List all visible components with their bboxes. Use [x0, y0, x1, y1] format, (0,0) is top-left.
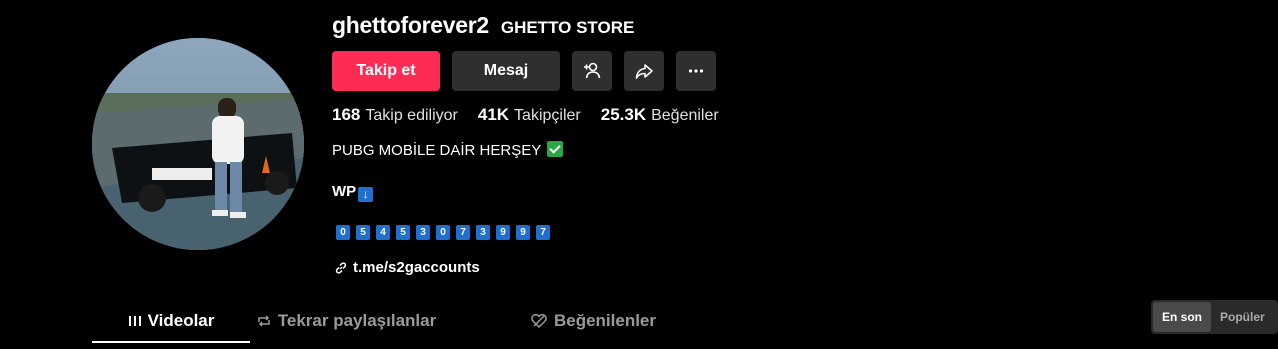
profile-avatar[interactable]: [92, 38, 304, 250]
bio-text-1: PUBG MOBİLE DAİR HERŞEY: [332, 142, 542, 159]
more-icon: [688, 69, 704, 73]
sort-latest-button[interactable]: En son: [1153, 302, 1212, 332]
bio-line-2: WP ↓: [332, 183, 374, 202]
repost-icon: [258, 315, 270, 327]
profile-stats: 168 Takip ediliyor 41K Takipçiler 25.3K Beğ…: [332, 105, 739, 125]
followers-stat[interactable]: 41K Takipçiler: [478, 105, 581, 125]
digit-emoji: 7: [536, 225, 550, 240]
more-button[interactable]: [676, 51, 716, 91]
down-arrow-icon: ↓: [358, 187, 374, 202]
bio-link-text: t.me/s2gaccounts: [353, 259, 480, 276]
tab-videos-label: Videolar: [147, 311, 215, 330]
tab-liked-label: Beğenilenler: [553, 311, 657, 330]
avatar-photo: [92, 38, 304, 250]
sort-toggle: En son Popüler: [1151, 300, 1278, 334]
tab-reposts[interactable]: Tekrar paylaşılanlar: [250, 300, 442, 342]
tab-videos[interactable]: Videolar: [92, 300, 250, 342]
likes-count: 25.3K: [600, 105, 647, 124]
profile-actions: Takip et Mesaj: [332, 51, 716, 91]
digit-emoji: 7: [456, 225, 470, 240]
followers-count: 41K: [477, 105, 510, 124]
digit-emoji: 3: [416, 225, 430, 240]
profile-header: ghettoforever2 GHETTO STORE: [332, 12, 634, 39]
likes-label: Beğeniler: [651, 107, 719, 124]
share-icon: [635, 64, 653, 79]
grid-icon: [128, 316, 141, 326]
follow-button[interactable]: Takip et: [332, 51, 440, 91]
share-button[interactable]: [624, 51, 664, 91]
tab-liked[interactable]: Beğenilenler: [498, 300, 688, 342]
bio-line-1: PUBG MOBİLE DAİR HERŞEY: [332, 141, 564, 159]
tab-reposts-label: Tekrar paylaşılanlar: [277, 311, 437, 330]
active-tab-indicator: [92, 341, 250, 343]
link-icon: [335, 261, 347, 274]
followers-label: Takipçiler: [514, 107, 581, 124]
add-friend-button[interactable]: [572, 51, 612, 91]
digit-emoji: 9: [496, 225, 510, 240]
username: ghettoforever2: [332, 12, 489, 38]
profile-tabs: Videolar Tekrar paylaşılanlar Beğenilenl…: [92, 300, 688, 342]
digit-emoji: 5: [356, 225, 370, 240]
digit-emoji: 4: [376, 225, 390, 240]
digit-emoji: 0: [336, 225, 350, 240]
check-mark-icon: [547, 141, 564, 157]
digit-emoji: 3: [476, 225, 490, 240]
likes-stat: 25.3K Beğeniler: [601, 105, 719, 125]
following-stat[interactable]: 168 Takip ediliyor: [332, 105, 458, 125]
sort-popular-button[interactable]: Popüler: [1211, 302, 1274, 332]
bio-digits: 0 5 4 5 3 0 7 3 9 9 7: [336, 225, 550, 240]
bio-link[interactable]: t.me/s2gaccounts: [334, 259, 480, 276]
digit-emoji: 0: [436, 225, 450, 240]
following-label: Takip ediliyor: [365, 107, 458, 124]
add-user-icon: [584, 62, 601, 79]
digit-emoji: 5: [396, 225, 410, 240]
following-count: 168: [332, 105, 361, 124]
digit-emoji: 9: [516, 225, 530, 240]
nickname: GHETTO STORE: [500, 18, 635, 37]
hidden-heart-icon: [531, 313, 547, 329]
message-button[interactable]: Mesaj: [452, 51, 560, 91]
bio-text-2: WP: [332, 183, 357, 200]
